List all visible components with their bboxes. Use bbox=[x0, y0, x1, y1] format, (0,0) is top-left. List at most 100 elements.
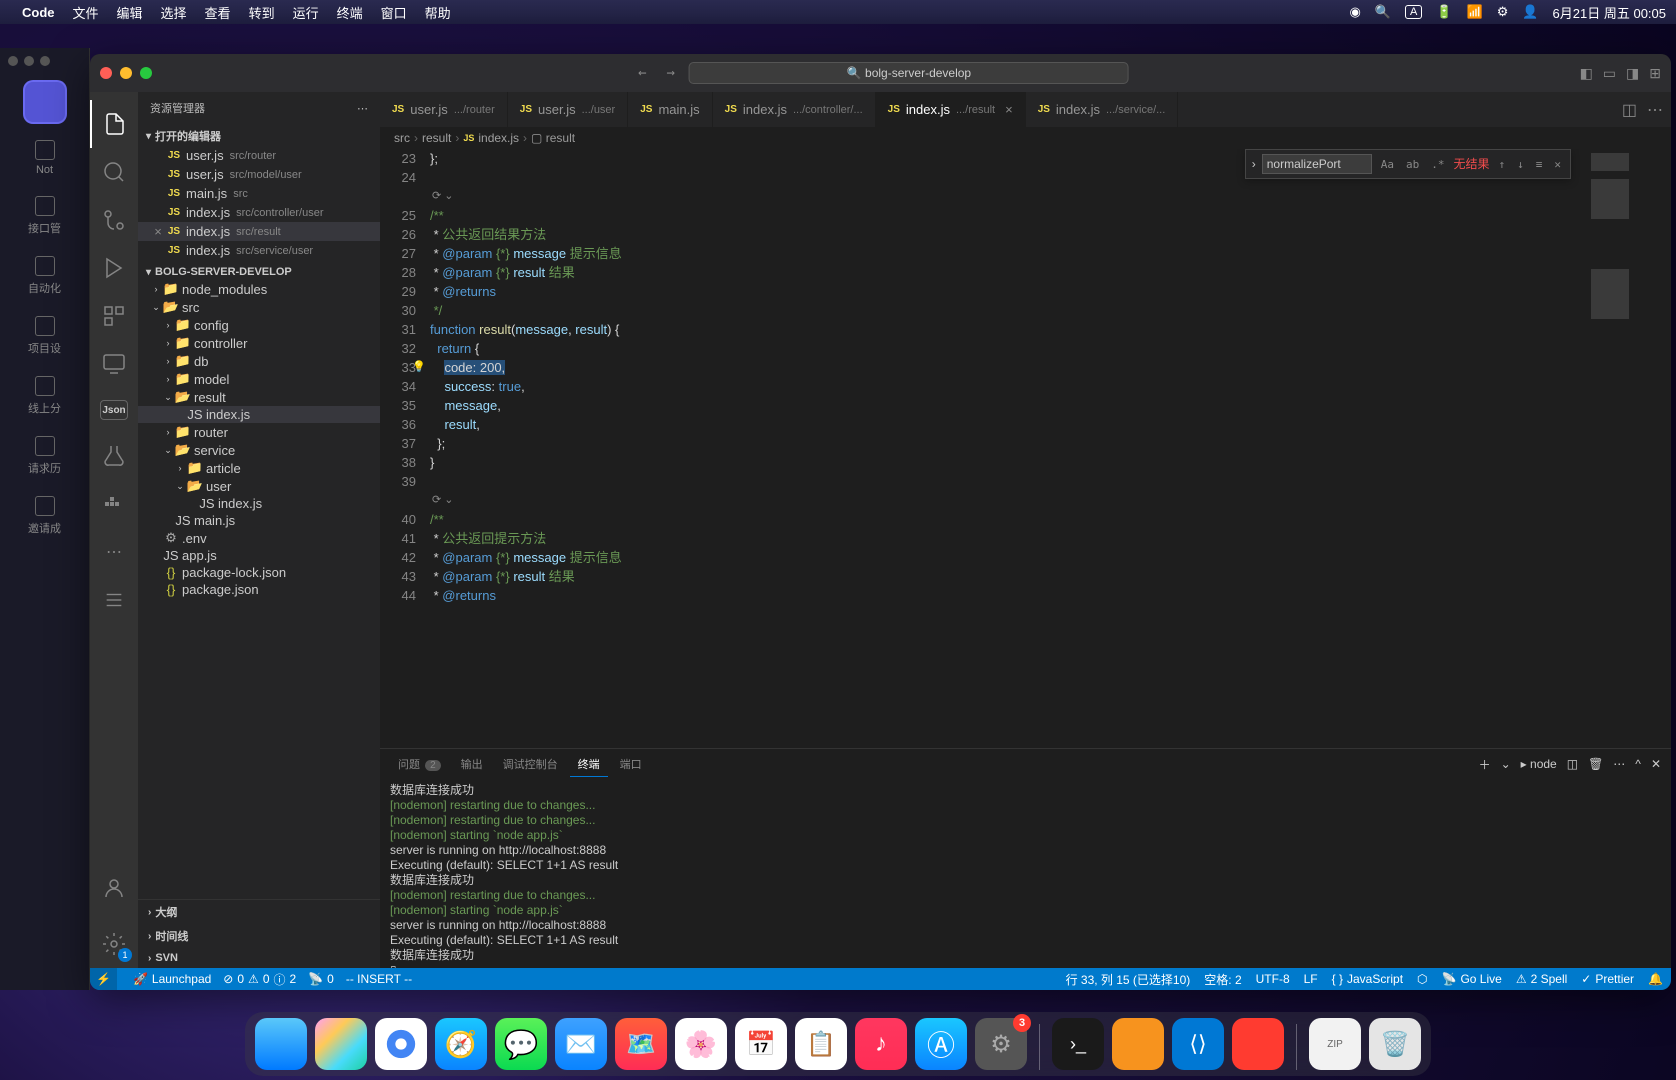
tab-ports[interactable]: 端口 bbox=[612, 752, 650, 776]
lp-item-1[interactable]: 接口管 bbox=[0, 186, 89, 246]
open-editor-item[interactable]: JSuser.jssrc/router bbox=[138, 146, 380, 165]
menu-view[interactable]: 查看 bbox=[205, 3, 231, 22]
split-editor-icon[interactable]: ◫ bbox=[1622, 100, 1637, 120]
find-input[interactable] bbox=[1262, 154, 1372, 174]
tab-more-icon[interactable]: ⋯ bbox=[1647, 100, 1663, 120]
menu-run[interactable]: 运行 bbox=[293, 3, 319, 22]
editor-tab[interactable]: JSuser.js.../user bbox=[508, 92, 628, 127]
term-close-icon[interactable]: ✕ bbox=[1651, 757, 1661, 771]
dock-appstore[interactable]: Ⓐ bbox=[915, 1018, 967, 1070]
outline-header[interactable]: ›大纲 bbox=[138, 900, 380, 924]
lp-item-0[interactable]: Not bbox=[0, 130, 89, 186]
dock-photos[interactable]: 🌸 bbox=[675, 1018, 727, 1070]
find-next[interactable]: ↓ bbox=[1514, 155, 1527, 174]
docker-icon[interactable] bbox=[90, 480, 138, 528]
editor-tab[interactable]: JSuser.js.../router bbox=[380, 92, 508, 127]
json-icon[interactable]: Json bbox=[100, 400, 128, 420]
lp-item-2[interactable]: 自动化 bbox=[0, 246, 89, 306]
breadcrumb[interactable]: src› result› JSindex.js› ▢ result bbox=[380, 127, 1671, 149]
open-editor-item[interactable]: JSmain.jssrc bbox=[138, 184, 380, 203]
menu-help[interactable]: 帮助 bbox=[425, 3, 451, 22]
project-header[interactable]: ▾BOLG-SERVER-DEVELOP bbox=[138, 264, 380, 280]
lp-item-4[interactable]: 线上分 bbox=[0, 366, 89, 426]
open-editor-item[interactable]: JSindex.jssrc/service/user bbox=[138, 241, 380, 260]
menu-go[interactable]: 转到 bbox=[249, 3, 275, 22]
code-editor[interactable]: › Aa ab .* 无结果 ↑ ↓ ≡ ✕ 23242526272829303… bbox=[380, 149, 1671, 748]
editor-tab[interactable]: JSindex.js.../controller/... bbox=[713, 92, 876, 127]
term-more-icon[interactable]: ⋯ bbox=[1613, 757, 1625, 771]
tree-src[interactable]: ⌄📂src bbox=[138, 298, 380, 316]
dock-app-red[interactable] bbox=[1232, 1018, 1284, 1070]
layout-panel-icon[interactable]: ▭ bbox=[1603, 65, 1616, 82]
command-center[interactable]: 🔍 bolg-server-develop bbox=[689, 62, 1129, 84]
dock-chrome[interactable] bbox=[375, 1018, 427, 1070]
language-mode[interactable]: { } JavaScript bbox=[1332, 972, 1403, 986]
tab-debug[interactable]: 调试控制台 bbox=[495, 752, 566, 776]
tree-result[interactable]: ⌄📂result bbox=[138, 388, 380, 406]
tree-article[interactable]: ›📁article bbox=[138, 459, 380, 477]
menu-window[interactable]: 窗口 bbox=[381, 3, 407, 22]
dock-messages[interactable]: 💬 bbox=[495, 1018, 547, 1070]
prettier-status[interactable]: ✓ Prettier bbox=[1581, 972, 1634, 986]
find-expand[interactable]: › bbox=[1252, 155, 1256, 174]
minimize-button[interactable] bbox=[120, 67, 132, 79]
layout-sidebar-icon[interactable]: ◧ bbox=[1580, 65, 1593, 82]
svn-header[interactable]: ›SVN bbox=[138, 948, 380, 968]
test-icon[interactable] bbox=[90, 432, 138, 480]
dock-app-orange[interactable] bbox=[1112, 1018, 1164, 1070]
menu-select[interactable]: 选择 bbox=[161, 3, 187, 22]
dock-finder[interactable] bbox=[255, 1018, 307, 1070]
dock-maps[interactable]: 🗺️ bbox=[615, 1018, 667, 1070]
more-icon[interactable]: ⋯ bbox=[90, 528, 138, 576]
tab-terminal[interactable]: 终端 bbox=[570, 752, 608, 777]
tree-pkg[interactable]: {}package.json bbox=[138, 581, 380, 598]
open-editor-item[interactable]: JSuser.jssrc/model/user bbox=[138, 165, 380, 184]
dock-reminders[interactable]: 📋 bbox=[795, 1018, 847, 1070]
user-icon[interactable]: 👤 bbox=[1522, 4, 1538, 20]
close-button[interactable] bbox=[100, 67, 112, 79]
dock-launchpad[interactable] bbox=[315, 1018, 367, 1070]
menu-app[interactable]: Code bbox=[22, 5, 55, 20]
tab-output[interactable]: 输出 bbox=[453, 752, 491, 776]
search-icon[interactable] bbox=[90, 148, 138, 196]
dock-zip[interactable]: ZIP bbox=[1309, 1018, 1361, 1070]
tree-pkglock[interactable]: {}package-lock.json bbox=[138, 564, 380, 581]
lp-item-6[interactable]: 邀请成 bbox=[0, 486, 89, 546]
open-editors-header[interactable]: ▾打开的编辑器 bbox=[138, 126, 380, 146]
list-icon[interactable] bbox=[90, 576, 138, 624]
regex-icon[interactable]: .* bbox=[1428, 155, 1447, 174]
find-selection[interactable]: ≡ bbox=[1533, 155, 1546, 174]
dock-terminal[interactable]: ›_ bbox=[1052, 1018, 1104, 1070]
tree-app[interactable]: JSapp.js bbox=[138, 547, 380, 564]
notifications-icon[interactable]: 🔔 bbox=[1648, 972, 1663, 986]
terminal-body[interactable]: 数据库连接成功[nodemon] restarting due to chang… bbox=[380, 779, 1671, 968]
launchpad-status[interactable]: 🚀 Launchpad bbox=[133, 972, 211, 986]
menu-terminal[interactable]: 终端 bbox=[337, 3, 363, 22]
battery-icon[interactable]: 🔋 bbox=[1436, 4, 1452, 20]
editor-tab[interactable]: JSmain.js bbox=[628, 92, 712, 127]
tree-user-index[interactable]: JSindex.js bbox=[138, 495, 380, 512]
eslint-icon[interactable]: ⬡ bbox=[1417, 972, 1427, 986]
menubar-date[interactable]: 6月21日 周五 00:05 bbox=[1553, 3, 1666, 22]
search-icon[interactable]: 🔍 bbox=[1375, 4, 1391, 20]
maximize-button[interactable] bbox=[140, 67, 152, 79]
explorer-icon[interactable] bbox=[90, 100, 138, 148]
nav-forward[interactable]: → bbox=[661, 65, 681, 81]
ime-indicator[interactable]: A bbox=[1405, 5, 1422, 19]
nav-back[interactable]: ← bbox=[632, 65, 652, 81]
open-editor-item[interactable]: ×JSindex.jssrc/result bbox=[138, 222, 380, 241]
encoding[interactable]: UTF-8 bbox=[1256, 972, 1290, 986]
source-control-icon[interactable] bbox=[90, 196, 138, 244]
tree-router[interactable]: ›📁router bbox=[138, 423, 380, 441]
term-maximize-icon[interactable]: ^ bbox=[1635, 757, 1641, 771]
open-editor-item[interactable]: JSindex.jssrc/controller/user bbox=[138, 203, 380, 222]
tree-config[interactable]: ›📁config bbox=[138, 316, 380, 334]
record-icon[interactable]: ◉ bbox=[1349, 4, 1360, 20]
settings-icon[interactable]: 1 bbox=[90, 920, 138, 968]
tree-main[interactable]: JSmain.js bbox=[138, 512, 380, 529]
spell-status[interactable]: ⚠ 2 Spell bbox=[1516, 972, 1567, 986]
run-debug-icon[interactable] bbox=[90, 244, 138, 292]
account-icon[interactable] bbox=[90, 864, 138, 912]
menu-file[interactable]: 文件 bbox=[73, 3, 99, 22]
tab-problems[interactable]: 问题 2 bbox=[390, 752, 449, 776]
